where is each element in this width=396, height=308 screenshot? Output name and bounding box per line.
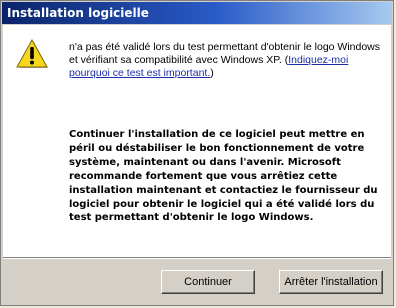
window-title: Installation logicielle [7, 6, 149, 20]
intro-text: n'a pas été validé lors du test permetta… [69, 41, 381, 80]
separator [3, 257, 391, 259]
installation-dialog: Installation logicielle n'a pas été vali… [0, 0, 394, 306]
intro-end: ) [210, 67, 214, 79]
stop-installation-button[interactable]: Arrêter l'installation [279, 270, 383, 294]
title-bar[interactable]: Installation logicielle [2, 2, 392, 24]
message-area: n'a pas été validé lors du test permetta… [3, 25, 391, 257]
warning-message: Continuer l'installation de ce logiciel … [69, 129, 378, 224]
continue-button[interactable]: Continuer [161, 270, 255, 294]
warning-icon [16, 39, 48, 68]
